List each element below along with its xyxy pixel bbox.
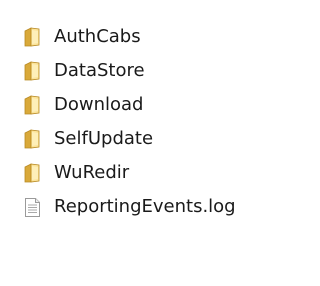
- item-name: WuRedir: [54, 162, 130, 183]
- list-item-reportingevents-log[interactable]: ReportingEvents.log: [22, 190, 236, 224]
- item-name: SelfUpdate: [54, 128, 154, 149]
- item-name: AuthCabs: [54, 26, 141, 47]
- list-item-wuredir[interactable]: WuRedir: [22, 156, 236, 190]
- item-name: Download: [54, 94, 144, 115]
- item-name: DataStore: [54, 60, 145, 81]
- folder-icon: [22, 59, 42, 83]
- list-item-datastore[interactable]: DataStore: [22, 54, 236, 88]
- list-item-authcabs[interactable]: AuthCabs: [22, 20, 236, 54]
- folder-icon: [22, 127, 42, 151]
- list-item-download[interactable]: Download: [22, 88, 236, 122]
- folder-icon: [22, 161, 42, 185]
- file-list: AuthCabs DataStore Download SelfUpdate W…: [22, 20, 236, 224]
- folder-icon: [22, 25, 42, 49]
- item-name: ReportingEvents.log: [54, 196, 236, 217]
- list-item-selfupdate[interactable]: SelfUpdate: [22, 122, 236, 156]
- document-icon: [22, 195, 42, 219]
- folder-icon: [22, 93, 42, 117]
